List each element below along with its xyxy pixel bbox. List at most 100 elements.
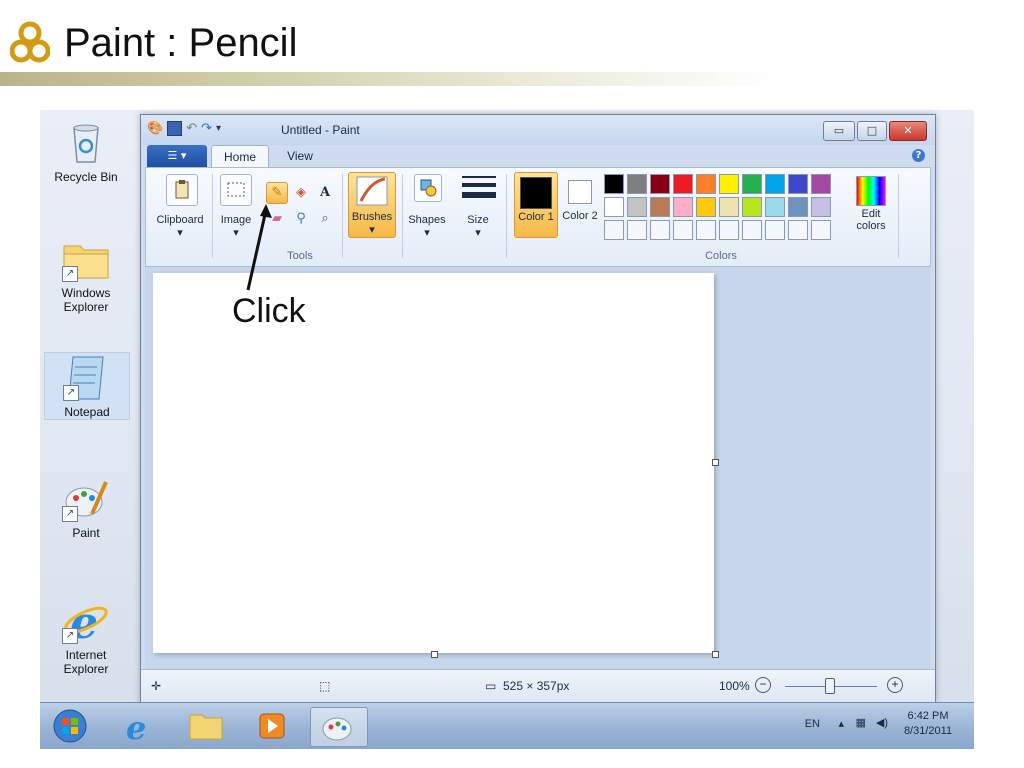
- language-indicator[interactable]: EN: [805, 718, 820, 730]
- taskbar-paint-icon[interactable]: [310, 707, 368, 747]
- desktop-icon-notepad[interactable]: ↗ Notepad: [44, 352, 130, 420]
- svg-text:e: e: [126, 709, 146, 745]
- paint-menu-button[interactable]: ☰ ▾: [147, 145, 207, 167]
- palette-swatch[interactable]: [811, 197, 831, 217]
- palette-swatch[interactable]: [765, 197, 785, 217]
- zoom-level: 100%: [719, 679, 750, 693]
- palette-swatch[interactable]: [650, 174, 670, 194]
- desktop-icon-internet-explorer[interactable]: e ↗ Internet Explorer: [44, 596, 128, 676]
- zoom-out-button[interactable]: −: [755, 677, 771, 693]
- minimize-button[interactable]: ▭: [823, 121, 855, 141]
- palette-swatch[interactable]: [696, 197, 716, 217]
- color1-swatch: [520, 177, 552, 209]
- volume-icon[interactable]: ◀): [876, 716, 888, 729]
- palette-swatch-empty[interactable]: [673, 220, 693, 240]
- palette-swatch[interactable]: [788, 197, 808, 217]
- clipboard-button[interactable]: Clipboard ▾: [150, 214, 210, 239]
- undo-icon[interactable]: ↶: [186, 121, 197, 136]
- color1-button[interactable]: Color 1: [514, 172, 558, 238]
- pencil-icon: ✎: [271, 185, 283, 200]
- fill-icon[interactable]: ◈: [290, 182, 312, 204]
- cursor-position-icon: ✛: [151, 679, 162, 693]
- maximize-button[interactable]: □: [857, 121, 887, 141]
- annotation-arrow: [246, 204, 272, 291]
- tab-home[interactable]: Home: [211, 145, 269, 168]
- text-icon[interactable]: A: [314, 182, 336, 204]
- palette-swatch[interactable]: [765, 174, 785, 194]
- zoom-in-button[interactable]: +: [887, 677, 903, 693]
- click-annotation: Click: [232, 292, 306, 330]
- magnifier-icon[interactable]: ⌕: [314, 208, 336, 230]
- taskbar-explorer-icon[interactable]: [182, 707, 230, 745]
- palette-swatch-empty[interactable]: [788, 220, 808, 240]
- size-icon[interactable]: [462, 176, 496, 198]
- palette-swatch[interactable]: [811, 174, 831, 194]
- taskbar-media-player-icon[interactable]: [248, 707, 296, 745]
- close-button[interactable]: ✕: [889, 121, 927, 141]
- palette-swatch[interactable]: [742, 197, 762, 217]
- paint-app-icon[interactable]: 🎨: [147, 121, 163, 136]
- clock-date: 8/31/2011: [903, 725, 953, 737]
- customize-qat-icon[interactable]: ▾: [216, 123, 221, 134]
- ie-icon: e ↗: [62, 596, 110, 649]
- palette-swatch[interactable]: [650, 197, 670, 217]
- palette-swatch[interactable]: [604, 174, 624, 194]
- shortcut-arrow-icon: ↗: [62, 506, 78, 522]
- palette-swatch[interactable]: [788, 174, 808, 194]
- help-icon[interactable]: ?: [912, 149, 925, 162]
- palette-swatch[interactable]: [719, 174, 739, 194]
- zoom-slider-thumb[interactable]: [825, 678, 835, 694]
- palette-swatch-empty[interactable]: [811, 220, 831, 240]
- tab-view[interactable]: View: [275, 145, 325, 167]
- palette-swatch[interactable]: [696, 174, 716, 194]
- slide-title: Paint : Pencil: [9, 18, 297, 68]
- palette-swatch[interactable]: [673, 174, 693, 194]
- palette-swatch-empty[interactable]: [627, 220, 647, 240]
- desktop-icon-label: Paint: [72, 526, 100, 540]
- palette-swatch-empty[interactable]: [742, 220, 762, 240]
- edit-colors-button[interactable]: Edit colors: [846, 172, 896, 240]
- color2-button[interactable]: Color 2: [560, 172, 600, 236]
- brushes-button[interactable]: Brushes ▾: [348, 172, 396, 238]
- color-picker-icon[interactable]: ⚲: [290, 208, 312, 230]
- palette-swatch[interactable]: [673, 197, 693, 217]
- resize-handle-corner[interactable]: [712, 651, 719, 658]
- clock[interactable]: 6:42 PM 8/31/2011: [896, 709, 960, 739]
- resize-handle-bottom[interactable]: [431, 651, 438, 658]
- clipboard-icon[interactable]: [166, 174, 198, 206]
- shapes-icon[interactable]: [414, 174, 442, 202]
- desktop-icon-paint[interactable]: ↗ Paint: [44, 474, 128, 540]
- palette-swatch-empty[interactable]: [696, 220, 716, 240]
- notepad-icon: ↗: [63, 353, 111, 401]
- save-icon[interactable]: [167, 121, 183, 136]
- show-hidden-icons-icon[interactable]: ▴: [838, 717, 844, 730]
- shortcut-arrow-icon: ↗: [63, 385, 79, 401]
- resize-handle-right[interactable]: [712, 459, 719, 466]
- brush-icon: [356, 176, 388, 206]
- shortcut-arrow-icon: ↗: [62, 628, 78, 644]
- palette-swatch-empty[interactable]: [719, 220, 739, 240]
- palette-swatch[interactable]: [604, 197, 624, 217]
- palette-swatch[interactable]: [742, 174, 762, 194]
- palette-swatch-empty[interactable]: [604, 220, 624, 240]
- redo-icon[interactable]: ↷: [201, 121, 212, 136]
- desktop-icon-windows-explorer[interactable]: ↗ Windows Explorer: [44, 234, 128, 314]
- palette-swatch-empty[interactable]: [650, 220, 670, 240]
- palette-swatch[interactable]: [627, 197, 647, 217]
- title-bar: 🎨 ↶ ↷ ▾ Untitled - Paint ▭ □ ✕: [141, 115, 935, 145]
- taskbar-ie-icon[interactable]: e: [114, 707, 162, 747]
- group-separator: [212, 174, 213, 258]
- shortcut-arrow-icon: ↗: [62, 266, 78, 282]
- palette-swatch-empty[interactable]: [765, 220, 785, 240]
- window-title: Untitled - Paint: [281, 123, 360, 137]
- size-button[interactable]: Size ▾: [458, 214, 498, 239]
- start-button[interactable]: [48, 707, 96, 745]
- network-icon[interactable]: ▦: [856, 716, 866, 729]
- shapes-button[interactable]: Shapes ▾: [404, 214, 450, 239]
- desktop-icon-label: Internet Explorer: [63, 648, 109, 676]
- palette-swatch[interactable]: [627, 174, 647, 194]
- desktop-icon-recycle-bin[interactable]: Recycle Bin: [44, 118, 128, 184]
- desktop-icon-label: Windows Explorer: [61, 286, 111, 314]
- palette-swatch[interactable]: [719, 197, 739, 217]
- color-palette: [604, 174, 844, 244]
